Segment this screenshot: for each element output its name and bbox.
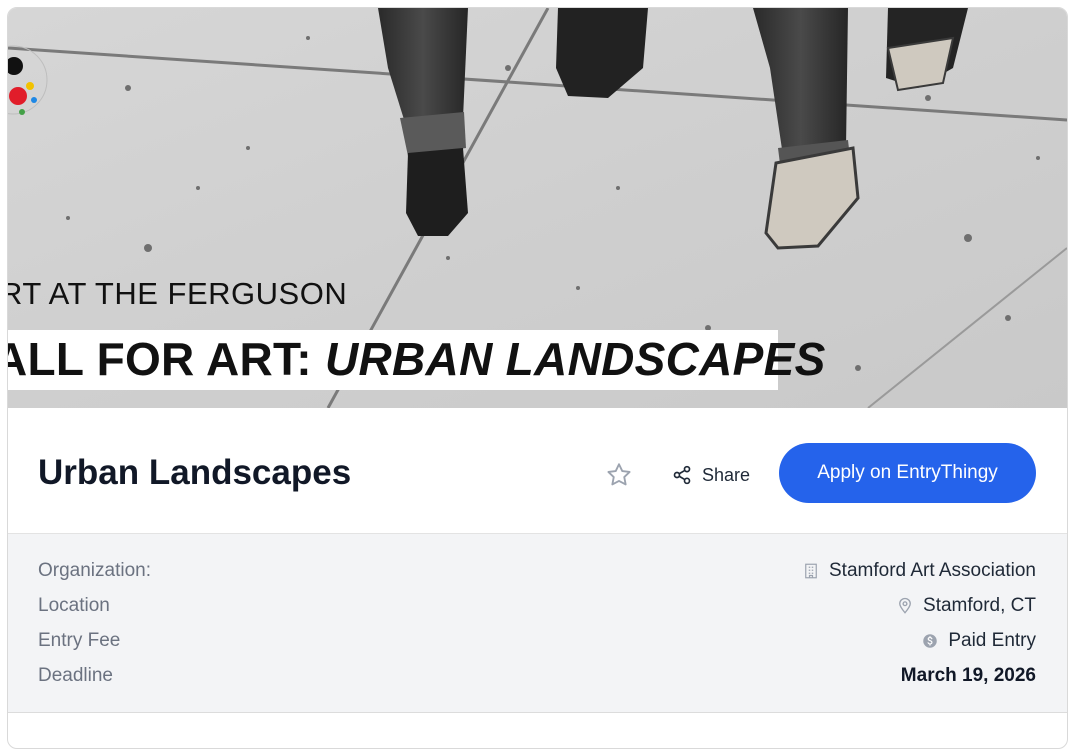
detail-row-location: Location Stamford, CT [8,591,1067,621]
banner-subtitle: RT AT THE FERGUSON [8,276,348,311]
detail-label: Deadline [38,665,113,686]
banner-image: RT AT THE FERGUSON ALL FOR ART: URBAN LA… [8,8,1067,408]
banner-title-emphasis: URBAN LANDSCAPES [324,333,826,385]
detail-label: Entry Fee [38,630,121,651]
detail-value: Stamford, CT [896,595,1036,617]
deadline-value: March 19, 2026 [900,665,1036,686]
organization-name: Stamford Art Association [829,560,1036,581]
star-icon [607,463,631,486]
detail-label: Organization: [38,560,152,581]
map-pin-icon [899,597,911,614]
detail-row-deadline: Deadline March 19, 2026 [8,661,1067,691]
location-value: Stamford, CT [923,595,1036,616]
detail-label: Location [38,595,110,616]
detail-row-organization: Organization: Stamford Art Association [8,556,1067,586]
entry-fee-value: Paid Entry [948,630,1036,651]
opportunity-header: Urban Landscapes Share Apply on EntryThi… [8,408,1067,534]
banner-title-prefix: ALL FOR ART: [8,333,325,385]
apply-button[interactable]: Apply on EntryThingy [779,443,1036,503]
detail-value: Stamford Art Association [802,560,1036,582]
building-icon [805,563,817,579]
opportunity-card: RT AT THE FERGUSON ALL FOR ART: URBAN LA… [7,7,1068,749]
share-label: Share [702,464,751,485]
details-panel: Organization: Stamford Art Association L… [8,534,1067,713]
page-title: Urban Landscapes [38,453,352,492]
favorite-button[interactable] [602,458,636,492]
share-button[interactable]: Share [672,460,750,490]
detail-value: Paid Entry [921,630,1036,652]
share-icon [673,465,691,485]
detail-row-entry-fee: Entry Fee Paid Entry [8,626,1067,656]
dollar-circle-icon [923,634,938,648]
banner-title: ALL FOR ART: URBAN LANDSCAPES [8,332,826,386]
